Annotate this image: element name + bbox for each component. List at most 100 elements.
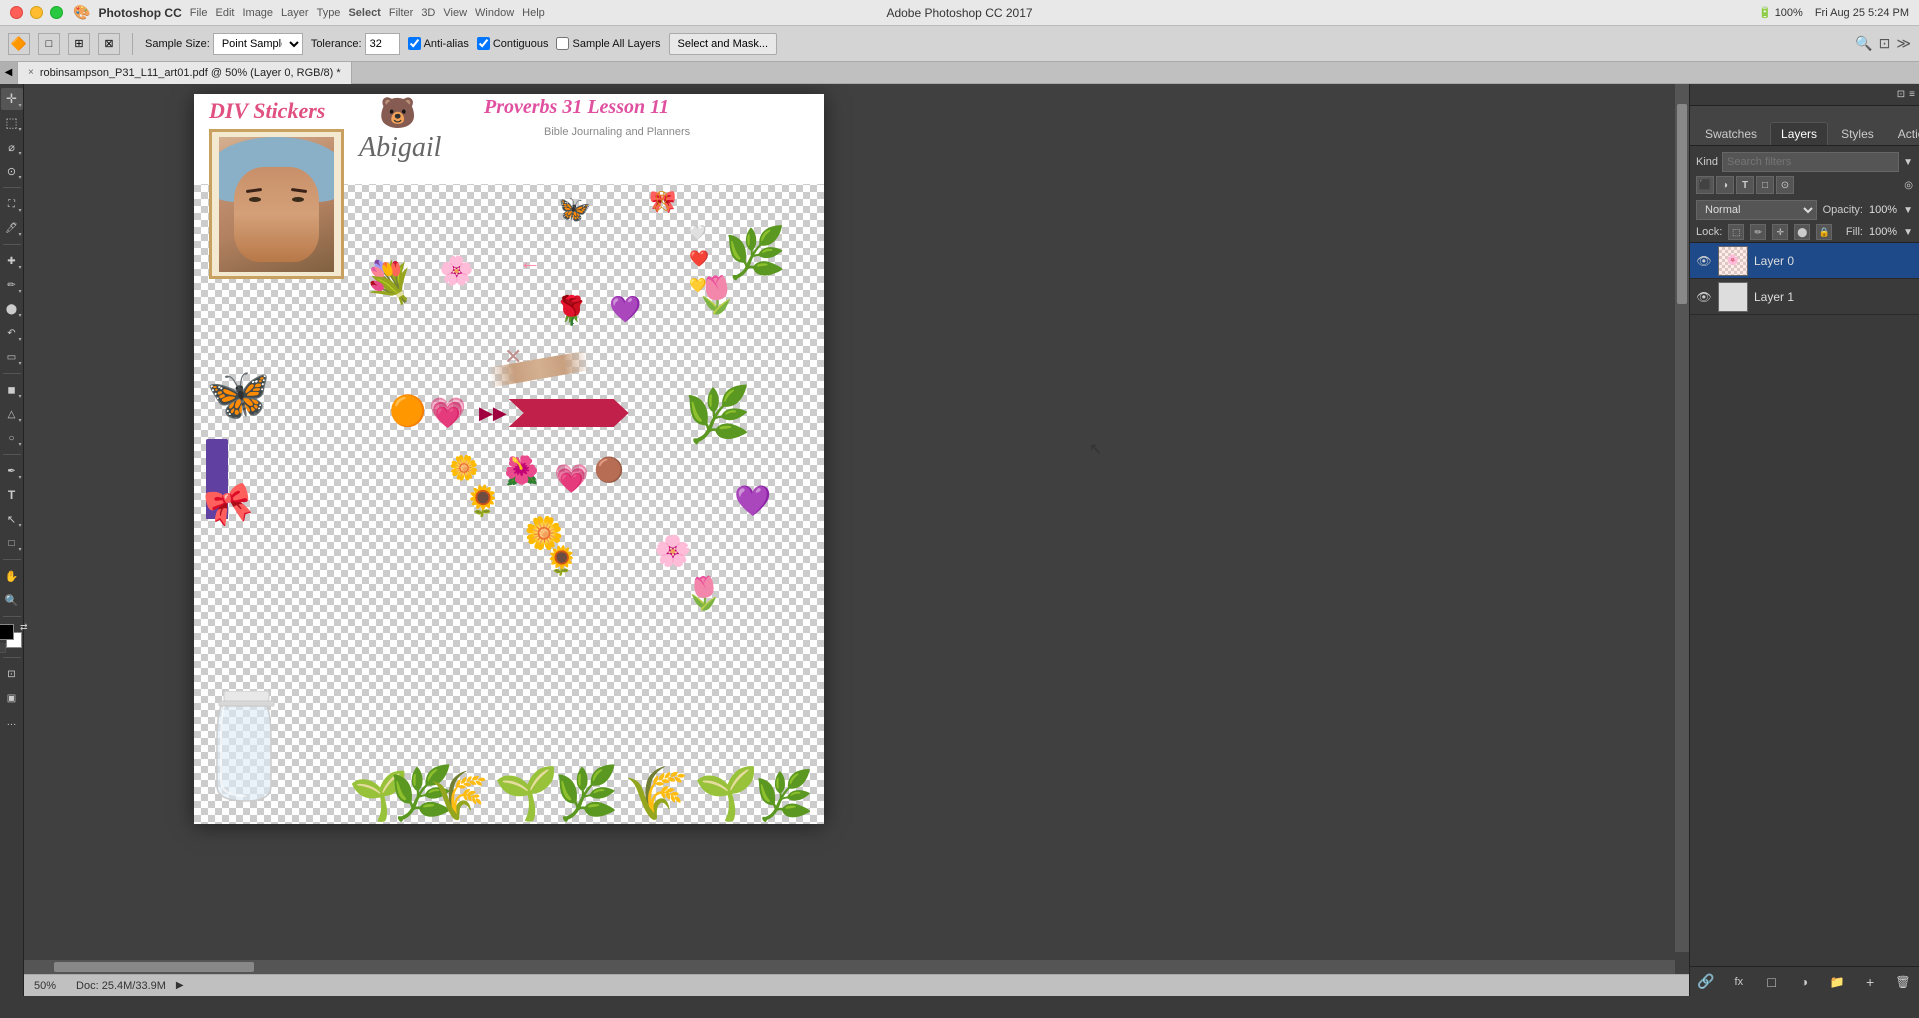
- dodge-tool[interactable]: ○▾: [1, 427, 23, 449]
- copper-round: 🟤: [594, 456, 624, 485]
- lock-paint-icon[interactable]: ✏: [1750, 224, 1766, 240]
- document-tab[interactable]: × robinsampson_P31_L11_art01.pdf @ 50% (…: [18, 62, 352, 84]
- zoom-level[interactable]: 50%: [34, 980, 56, 992]
- swatches-tab[interactable]: Swatches: [1694, 122, 1768, 145]
- filter-type-icon[interactable]: T: [1736, 176, 1754, 194]
- canvas-area[interactable]: DIV Stickers 🐻 Proverbs 31 Lesson 11 Bib…: [24, 84, 1689, 974]
- status-arrow-right[interactable]: ▶: [176, 980, 184, 991]
- filter-toggle-icon[interactable]: ◎: [1904, 180, 1913, 191]
- minimize-button[interactable]: [30, 6, 43, 19]
- foreground-color[interactable]: [0, 624, 14, 640]
- quick-select-tool[interactable]: ⊙▾: [1, 160, 23, 182]
- lock-transparency-icon[interactable]: ⬚: [1728, 224, 1744, 240]
- sample-size-select[interactable]: Point Sample 3 by 3 Average 5 by 5 Avera…: [213, 33, 303, 55]
- search-icon-right[interactable]: 🔍: [1855, 35, 1872, 52]
- quick-mask-tool[interactable]: ⊡: [1, 663, 23, 685]
- default-colors-icon[interactable]: ⬛: [0, 643, 7, 654]
- search-down-icon[interactable]: ▼: [1903, 157, 1913, 168]
- layer-row[interactable]: 👁 🌸 Layer 0: [1690, 243, 1919, 279]
- title-bar-right: 🔋 100% Fri Aug 25 5:24 PM: [1758, 6, 1909, 19]
- sample-all-checkbox[interactable]: [556, 37, 569, 50]
- anti-alias-label[interactable]: Anti-alias: [408, 37, 469, 50]
- add-mask-button[interactable]: □: [1762, 972, 1782, 992]
- healing-tool[interactable]: ✚▾: [1, 250, 23, 272]
- lock-position-icon[interactable]: ✛: [1772, 224, 1788, 240]
- blend-mode-select[interactable]: Normal Dissolve Multiply Screen Overlay: [1696, 200, 1817, 220]
- expand-icon[interactable]: ⊡: [1897, 89, 1905, 100]
- path-select-tool[interactable]: ↖▾: [1, 508, 23, 530]
- orange-flowers-cluster: 🌼: [449, 454, 479, 483]
- fill-down-arrow[interactable]: ▼: [1903, 227, 1913, 238]
- layer-row[interactable]: 👁 Layer 1: [1690, 279, 1919, 315]
- horizontal-scrollbar[interactable]: [24, 960, 1675, 974]
- panel-collapse-left[interactable]: ◀: [0, 62, 18, 84]
- search-inner[interactable]: [1722, 152, 1899, 172]
- type-tool[interactable]: T: [1, 484, 23, 506]
- eraser-tool[interactable]: ▭▾: [1, 346, 23, 368]
- refine-btn[interactable]: ⊞: [68, 33, 90, 55]
- shape-tool[interactable]: □▾: [1, 532, 23, 554]
- swap-colors-icon[interactable]: ⇄: [20, 622, 28, 633]
- move-tool[interactable]: ✛▾: [1, 88, 23, 110]
- delete-layer-button[interactable]: 🗑: [1893, 972, 1913, 992]
- layer-effects-button[interactable]: fx: [1729, 972, 1749, 992]
- lock-artboard-icon[interactable]: ⬤: [1794, 224, 1810, 240]
- layers-search-input[interactable]: [1727, 156, 1894, 168]
- select-mask-button[interactable]: Select and Mask...: [669, 33, 778, 55]
- fill-value[interactable]: 100%: [1869, 226, 1897, 238]
- vertical-scrollbar[interactable]: [1675, 84, 1689, 952]
- history-brush-tool[interactable]: ↶▾: [1, 322, 23, 344]
- contiguous-label[interactable]: Contiguous: [477, 37, 549, 50]
- actions-tab[interactable]: Actions: [1887, 122, 1919, 145]
- close-icon[interactable]: ×: [28, 67, 34, 78]
- maximize-button[interactable]: [50, 6, 63, 19]
- extra-tools[interactable]: …: [1, 711, 23, 733]
- tolerance-input[interactable]: [365, 33, 400, 55]
- opacity-down-arrow[interactable]: ▼: [1903, 205, 1913, 216]
- tool-preset-picker[interactable]: 🔶: [8, 33, 30, 55]
- new-group-button[interactable]: 📁: [1827, 972, 1847, 992]
- close-button[interactable]: [10, 6, 23, 19]
- filter-pixel-icon[interactable]: ⬛: [1696, 176, 1714, 194]
- clone-tool[interactable]: ⬤▾: [1, 298, 23, 320]
- filter-smart-icon[interactable]: ⊙: [1776, 176, 1794, 194]
- gradient-tool[interactable]: ◼▾: [1, 379, 23, 401]
- expand-right[interactable]: ≫: [1896, 35, 1911, 52]
- h-scroll-thumb[interactable]: [54, 962, 254, 972]
- blur-tool[interactable]: △▾: [1, 403, 23, 425]
- panel-icon-right[interactable]: ⊡: [1879, 35, 1891, 52]
- pink-daisy-bottom: 🌸: [654, 534, 691, 569]
- crop-tool[interactable]: ⛶▾: [1, 193, 23, 215]
- pen-tool[interactable]: ✒▾: [1, 460, 23, 482]
- layer-1-visibility[interactable]: 👁: [1696, 289, 1712, 305]
- hand-tool[interactable]: ✋: [1, 565, 23, 587]
- lock-row: Lock: ⬚ ✏ ✛ ⬤ 🔒 Fill: 100% ▼: [1690, 222, 1919, 242]
- zoom-tool[interactable]: 🔍: [1, 589, 23, 611]
- layers-list[interactable]: 👁 🌸 Layer 0 👁 La: [1690, 242, 1919, 966]
- contiguous-checkbox[interactable]: [477, 37, 490, 50]
- extra-btn[interactable]: ⊠: [98, 33, 120, 55]
- traffic-lights[interactable]: [10, 6, 63, 19]
- filter-adjust-icon[interactable]: ◑: [1716, 176, 1734, 194]
- lock-all-icon[interactable]: 🔒: [1816, 224, 1832, 240]
- sample-all-label[interactable]: Sample All Layers: [556, 37, 660, 50]
- styles-tab[interactable]: Styles: [1830, 122, 1885, 145]
- anti-alias-checkbox[interactable]: [408, 37, 421, 50]
- screen-mode-tool[interactable]: ▣: [1, 687, 23, 709]
- filter-shape-icon[interactable]: □: [1756, 176, 1774, 194]
- new-layer-button[interactable]: +: [1860, 972, 1880, 992]
- lasso-tool[interactable]: ⌀▾: [1, 136, 23, 158]
- panel-menu-icon[interactable]: ≡: [1909, 89, 1915, 100]
- adjustment-layer-button[interactable]: ◑: [1794, 972, 1814, 992]
- eyedropper-tool[interactable]: 🖊▾: [1, 217, 23, 239]
- layer-0-visibility[interactable]: 👁: [1696, 253, 1712, 269]
- blend-mode-row: Normal Dissolve Multiply Screen Overlay …: [1690, 198, 1919, 222]
- link-layers-button[interactable]: 🔗: [1696, 972, 1716, 992]
- sample-overlay-btn[interactable]: □: [38, 33, 60, 55]
- layers-tab[interactable]: Layers: [1770, 122, 1828, 145]
- opacity-label: Opacity:: [1823, 204, 1863, 216]
- opacity-value[interactable]: 100%: [1869, 204, 1897, 216]
- marquee-tool[interactable]: ⬚▾: [1, 112, 23, 134]
- brush-tool[interactable]: ✏▾: [1, 274, 23, 296]
- v-scroll-thumb[interactable]: [1677, 104, 1687, 304]
